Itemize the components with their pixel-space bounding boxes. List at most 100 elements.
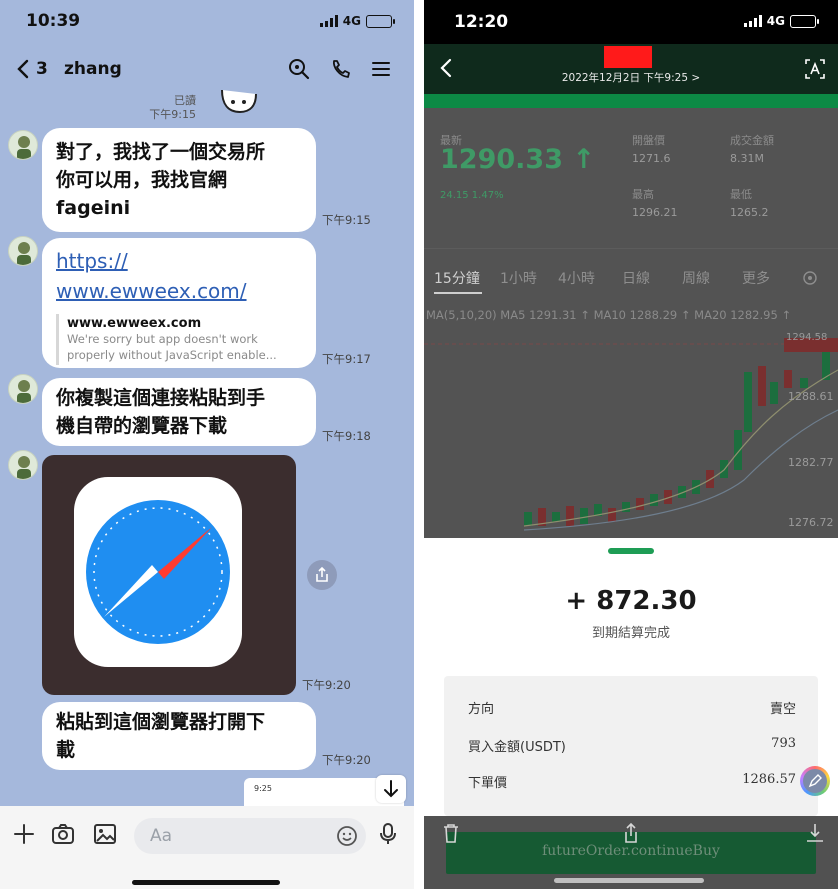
trash-icon[interactable] — [440, 822, 462, 844]
detail-value: 1286.57 — [742, 772, 796, 787]
arrow-down-icon — [384, 780, 398, 798]
home-indicator — [554, 878, 704, 883]
search-icon[interactable] — [288, 58, 310, 80]
ma-indicator: MA(5,10,20) MA5 1291.31 ↑ MA10 1288.29 ↑… — [426, 308, 792, 322]
link-preview-domain: www.ewweex.com — [67, 316, 202, 331]
redacted-title — [604, 46, 652, 68]
message-bubble[interactable]: 粘貼到這個瀏覽器打開下 載 — [42, 702, 316, 770]
header-band — [424, 94, 838, 108]
message-text: 粘貼到這個瀏覽器打開下 載 — [56, 711, 266, 761]
low-value: 1265.2 — [730, 206, 769, 219]
active-tab-indicator — [434, 292, 482, 294]
message-bubble[interactable]: 對了，我找了一個交易所 你可以用，我找官網 fageini — [42, 128, 316, 232]
chevron-left-icon[interactable] — [14, 58, 34, 80]
composer-bar: Aa — [0, 806, 414, 889]
signal-icon — [319, 15, 338, 27]
axis-label: 1282.77 — [788, 456, 834, 469]
trade-header: 2022年12月2日 下午9:25 > — [424, 44, 838, 94]
image-message[interactable] — [42, 455, 296, 695]
axis-label: 1288.61 — [788, 390, 834, 403]
tab-more[interactable]: 更多 — [742, 268, 770, 288]
tab-1h[interactable]: 1小時 — [500, 268, 537, 288]
message-time: 下午9:20 — [322, 753, 371, 767]
bottom-toolbar: futureOrder.continueBuy — [424, 816, 838, 889]
continue-buy-label: futureOrder.continueBuy — [542, 843, 720, 859]
camera-icon[interactable] — [51, 822, 75, 846]
message-time: 下午9:15 — [322, 213, 371, 227]
divider — [424, 248, 838, 249]
message-input-placeholder: Aa — [150, 826, 173, 846]
tab-4h[interactable]: 4小時 — [558, 268, 595, 288]
candles — [524, 350, 830, 526]
message-text: 你複製這個連接粘貼到手 機自帶的瀏覽器下載 — [56, 387, 266, 437]
high-label: 最高 — [632, 188, 654, 201]
open-label: 開盤價 — [632, 134, 665, 147]
candlestick-chart[interactable]: 1294.58 1288.61 1282.77 1276.72 — [424, 330, 838, 538]
avatar-person-icon — [17, 242, 31, 265]
message-time: 下午9:20 — [302, 678, 351, 692]
avatar-person-icon — [17, 136, 31, 159]
share-icon — [316, 566, 328, 582]
thumbnail-time: 9:25 — [254, 784, 272, 793]
link-message-bubble[interactable]: https:// www.ewweex.com/ www.ewweex.com … — [42, 238, 316, 368]
menu-icon[interactable] — [370, 58, 392, 80]
trade-date[interactable]: 2022年12月2日 下午9:25 > — [424, 70, 838, 85]
chat-screen: 10:39 4G 3 zhang 已讀 下午9:15 對了，我找了一個交易所 你… — [0, 0, 414, 889]
avatar[interactable] — [8, 450, 38, 480]
microphone-icon[interactable] — [376, 822, 400, 846]
battery-icon — [790, 14, 819, 28]
detail-value: 賣空 — [769, 702, 796, 717]
message-text: 對了，我找了一個交易所 你可以用，我找官網 fageini — [56, 141, 266, 219]
message-bubble[interactable]: 你複製這個連接粘貼到手 機自帶的瀏覽器下載 — [42, 378, 316, 446]
home-indicator — [132, 880, 280, 885]
share-icon[interactable] — [620, 822, 642, 844]
high-value: 1296.21 — [632, 206, 678, 219]
unread-count[interactable]: 3 — [36, 59, 48, 79]
detail-value: 793 — [771, 736, 796, 751]
markup-button-inner — [803, 769, 827, 793]
avatar[interactable] — [8, 236, 38, 266]
tab-day[interactable]: 日線 — [622, 268, 650, 288]
volume-value: 8.31M — [730, 152, 764, 165]
image-icon[interactable] — [93, 822, 117, 846]
sheet-drag-handle[interactable] — [608, 548, 654, 554]
link-preview[interactable]: www.ewweex.com We're sorry but app doesn… — [56, 314, 302, 365]
plus-icon[interactable] — [12, 822, 36, 846]
message-input[interactable]: Aa — [134, 818, 366, 854]
status-icons: 4G — [319, 14, 395, 28]
avatar[interactable] — [8, 374, 38, 404]
phone-icon[interactable] — [330, 58, 352, 80]
avatar[interactable] — [8, 130, 38, 160]
sticker-icon — [221, 89, 257, 114]
scroll-to-bottom-button[interactable] — [376, 775, 406, 803]
detail-label: 方向 — [468, 702, 495, 717]
current-price: 1290.33 ↑ — [440, 144, 595, 175]
markup-button[interactable] — [800, 766, 830, 796]
pencil-icon — [808, 774, 822, 788]
emoji-icon[interactable] — [336, 825, 358, 847]
dimmed-chart-area[interactable]: 最新 1290.33 ↑ 24.15 1.47% 開盤價 1271.6 成交金額… — [424, 108, 838, 538]
message-time: 下午9:17 — [322, 352, 371, 366]
read-status: 已讀 — [174, 94, 196, 107]
safari-icon — [74, 477, 242, 667]
avatar-person-icon — [17, 456, 31, 479]
detail-label: 買入金額(USDT) — [468, 740, 566, 755]
tab-15m[interactable]: 15分鐘 — [434, 268, 480, 288]
axis-label: 1294.58 — [786, 332, 827, 343]
avatar-person-icon — [17, 380, 31, 403]
settings-icon[interactable] — [802, 270, 818, 286]
tab-week[interactable]: 周線 — [682, 268, 710, 288]
profit-amount: + 872.30 — [565, 586, 697, 616]
translate-icon[interactable] — [804, 58, 826, 80]
status-icons: 4G — [743, 14, 819, 28]
message-link[interactable]: https:// www.ewweex.com/ — [42, 238, 316, 310]
low-label: 最低 — [730, 188, 752, 201]
open-value: 1271.6 — [632, 152, 671, 165]
trade-result-screen: 12:20 4G 2022年12月2日 下午9:25 > 最新 1290.33 … — [424, 0, 838, 889]
download-icon[interactable] — [804, 822, 826, 844]
network-label: 4G — [766, 14, 785, 28]
link-preview-description: We're sorry but app doesn't work properl… — [67, 332, 277, 362]
detail-label: 下單價 — [468, 776, 508, 791]
share-button[interactable] — [307, 560, 337, 590]
read-receipt: 已讀 下午9:15 — [136, 94, 196, 122]
